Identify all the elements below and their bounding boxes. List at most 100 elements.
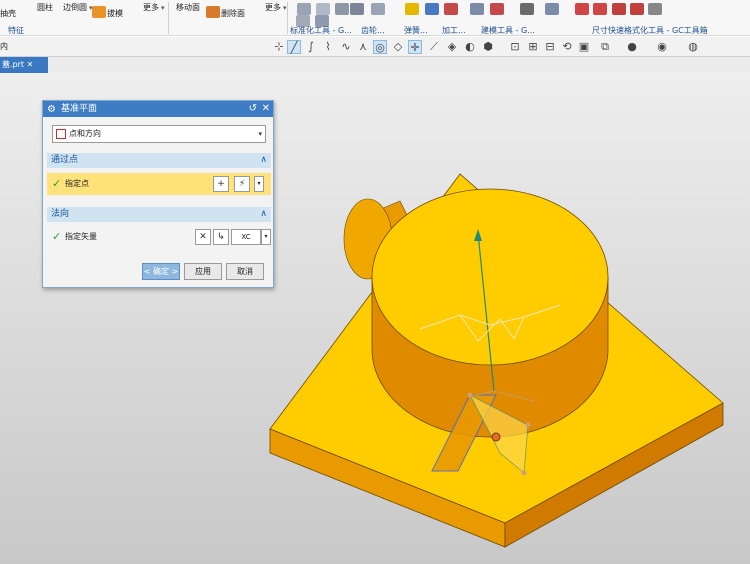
modeling-tool-icon[interactable] [520, 3, 534, 15]
pan-icon[interactable]: ⊟ [543, 40, 557, 54]
modeling-tool-icon[interactable] [470, 3, 484, 15]
ok-button[interactable]: < 确定 > [142, 263, 180, 280]
chevron-up-icon[interactable]: ∧ [260, 207, 267, 222]
delete-face-icon [206, 6, 220, 18]
curve-icon[interactable]: ∫ [304, 40, 318, 54]
point-icon[interactable]: ✛ [408, 40, 422, 54]
std-tool-icon[interactable] [316, 3, 330, 15]
view-icon[interactable]: ▣ [577, 40, 591, 54]
std-tool-icon[interactable] [350, 3, 364, 15]
specify-vector-row[interactable]: ✓ 指定矢量 ✕ ↳ XC ▾ [47, 226, 271, 248]
machining-tool-icon[interactable] [425, 3, 439, 15]
face-icon[interactable]: ◈ [445, 40, 459, 54]
file-tab[interactable]: 蓋.prt ✕ [0, 57, 48, 73]
close-icon[interactable]: ✕ [262, 101, 270, 117]
checkmark-icon: ✓ [52, 230, 62, 243]
vector-type-button[interactable]: XC [231, 229, 261, 245]
main-cylinder-top [371, 188, 609, 366]
chevron-down-icon: ▾ [283, 4, 287, 12]
point-dialog-button[interactable]: + [213, 176, 229, 192]
rotate-view-icon[interactable]: ⟲ [560, 40, 574, 54]
std-tool-icon[interactable] [335, 3, 349, 15]
specify-point-row[interactable]: ✓ 指定点 + ⚡ ▾ [47, 173, 271, 195]
draft-button[interactable]: 拔模 [107, 8, 123, 19]
chevron-down-icon: ▾ [161, 4, 165, 12]
chevron-up-icon[interactable]: ∧ [260, 153, 267, 168]
orient-view-icon[interactable]: ⧉ [598, 40, 612, 54]
more-button-2[interactable]: 更多 ▾ [265, 2, 287, 13]
section-normal[interactable]: 法向 ∧ [47, 207, 271, 222]
polyline-icon[interactable]: ⌇ [321, 40, 335, 54]
bounded-icon[interactable]: ⬢ [481, 40, 495, 54]
cancel-button[interactable]: 取消 [226, 263, 264, 280]
dimension-tool-icon[interactable] [630, 3, 644, 15]
shell-button[interactable]: 抽壳 [0, 8, 16, 19]
handle-point [521, 470, 527, 476]
type-value: 点和方向 [69, 129, 101, 138]
reverse-direction-button[interactable]: ✕ [195, 229, 211, 245]
tangent-icon[interactable]: ⟋ [427, 40, 441, 54]
render-style-icon[interactable]: ● [625, 40, 639, 54]
line-icon[interactable]: ╱ [287, 40, 301, 54]
section-through-point[interactable]: 通过点 ∧ [47, 153, 271, 168]
more-button-1[interactable]: 更多 ▾ [143, 2, 165, 13]
gear-icon[interactable]: ⚙ [47, 102, 56, 118]
snap-icon[interactable]: ⊹ [272, 40, 286, 54]
fit-icon[interactable]: ⊡ [508, 40, 522, 54]
cylinder-button[interactable]: 圆柱 [37, 2, 53, 13]
group-label-standard-tools[interactable]: 标准化工具 - G... [290, 25, 352, 36]
dimension-tool-icon[interactable] [612, 3, 626, 15]
edge-blend-button[interactable]: 边倒圆 ▾ [63, 2, 93, 13]
group-label-spring[interactable]: 弹簧... [404, 25, 428, 36]
vector-dialog-button[interactable]: ↳ [213, 229, 229, 245]
specify-point-label: 指定点 [65, 179, 89, 188]
close-icon[interactable]: ✕ [27, 60, 34, 69]
layer-icon[interactable]: ◍ [686, 40, 700, 54]
handle-point [525, 422, 531, 428]
circle-center-icon[interactable]: ◎ [373, 40, 387, 54]
filter-field[interactable]: 内 [0, 41, 8, 52]
section-label: 法向 [51, 209, 70, 219]
type-dropdown[interactable]: 点和方向 ▾ [52, 125, 266, 143]
modeling-tool-icon[interactable] [545, 3, 559, 15]
reset-icon[interactable]: ↺ [249, 101, 257, 117]
quadrant-icon[interactable]: ◇ [391, 40, 405, 54]
section-label: 通过点 [51, 155, 79, 165]
move-face-button[interactable]: 移动面 [176, 2, 200, 13]
group-label-machining[interactable]: 加工... [442, 25, 466, 36]
modeling-tool-icon[interactable] [490, 3, 504, 15]
chevron-down-icon[interactable]: ▾ [254, 176, 264, 192]
gear-tool-icon[interactable] [371, 3, 385, 15]
arc-icon[interactable]: ◐ [463, 40, 477, 54]
dialog-title: 基准平面 [61, 104, 98, 114]
std-tool-icon[interactable] [297, 3, 311, 15]
specify-vector-label: 指定矢量 [65, 232, 97, 241]
origin-point [491, 432, 501, 442]
rotate-icon[interactable] [648, 3, 662, 15]
dimension-tool-icon[interactable] [575, 3, 589, 15]
group-label-feature: 特征 [8, 26, 24, 35]
graphics-viewport[interactable]: ⚙ 基准平面 ↺ ✕ 点和方向 ▾ 通过点 ∧ ✓ 指定点 + ⚡ ▾ 法向 ∧… [0, 73, 750, 564]
chevron-down-icon: ▾ [258, 130, 262, 138]
dimension-tool-icon[interactable] [593, 3, 607, 15]
inferred-point-button[interactable]: ⚡ [234, 176, 250, 192]
group-label-gear[interactable]: 齿轮... [361, 25, 385, 36]
chevron-down-icon[interactable]: ▾ [261, 229, 271, 245]
apply-button[interactable]: 应用 [184, 263, 222, 280]
delete-face-button[interactable]: 删除面 [221, 8, 245, 19]
group-label-modeling-tools[interactable]: 建模工具 - G... [481, 25, 535, 36]
dialog-title-bar[interactable]: ⚙ 基准平面 ↺ ✕ [43, 101, 273, 117]
shading-icon[interactable]: ◉ [655, 40, 669, 54]
draft-icon [92, 6, 106, 18]
point-direction-icon [56, 129, 66, 139]
selection-toolbar: 内 ⊹ ╱ ∫ ⌇ ∿ ⋏ ◎ ◇ ✛ ⟋ ◈ ◐ ⬢ ⊡ ⊞ ⊟ ⟲ ▣ ⧉ … [0, 37, 750, 57]
checkmark-icon: ✓ [52, 177, 62, 190]
zoom-icon[interactable]: ⊞ [526, 40, 540, 54]
group-label-dimension-tools: 尺寸快速格式化工具 - GC工具箱 [592, 26, 708, 35]
spline-icon[interactable]: ∿ [339, 40, 353, 54]
intersection-icon[interactable]: ⋏ [356, 40, 370, 54]
spring-tool-icon[interactable] [405, 3, 419, 15]
machining-tool-icon[interactable] [444, 3, 458, 15]
ribbon: 抽壳 圆柱 边倒圆 ▾ 拔模 更多 ▾ 移动面 删除面 更多 ▾ 特征 标准化工具 -… [0, 0, 750, 36]
handle-point [467, 392, 473, 398]
